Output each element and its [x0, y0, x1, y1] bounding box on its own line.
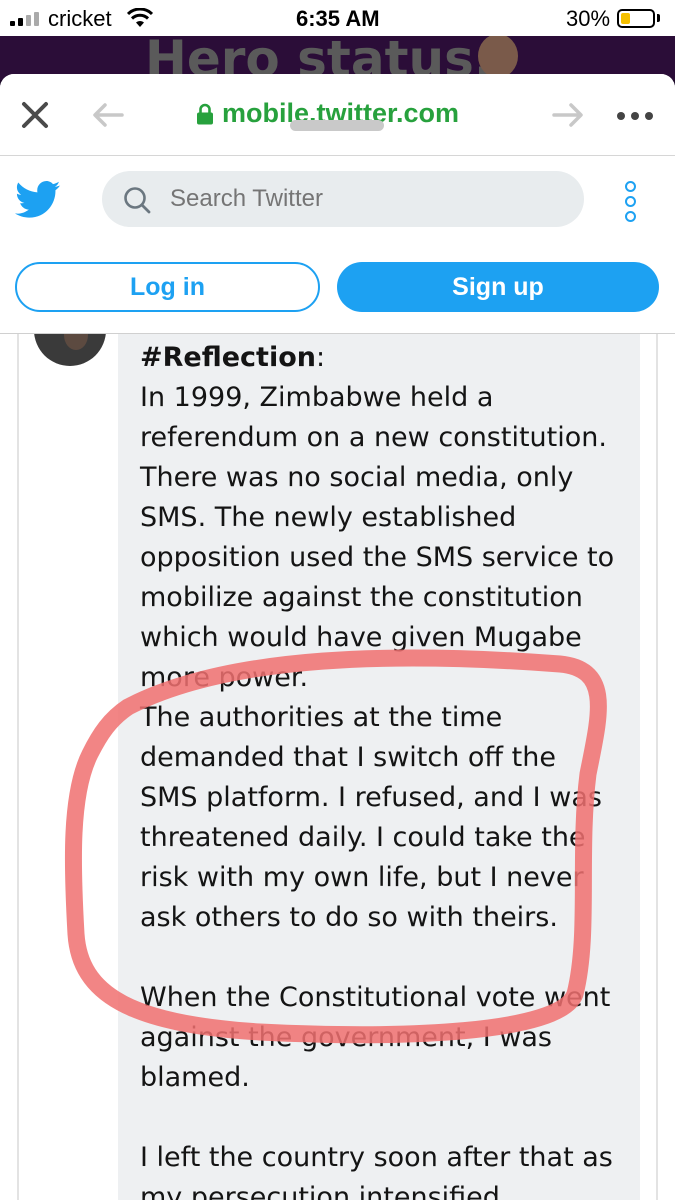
battery-level-fill	[621, 13, 630, 24]
tweet-line: SMS. The newly established	[140, 502, 517, 533]
tweet-line: which would have given Mugabe	[140, 622, 582, 653]
more-icon[interactable]	[617, 112, 653, 120]
search-input[interactable]	[170, 171, 570, 227]
tweet-line: When the Constitutional vote went	[140, 982, 611, 1013]
tweet-line: There was no social media, only	[140, 462, 574, 493]
close-icon[interactable]	[20, 100, 50, 130]
tweet-line: mobilize against the constitution	[140, 582, 583, 613]
hashtag-suffix: :	[316, 342, 326, 373]
tweet-line: my persecution intensified.	[140, 1182, 509, 1200]
lock-icon	[197, 103, 213, 124]
search-box[interactable]	[102, 171, 584, 227]
signal-strength-icon	[10, 10, 39, 26]
back-arrow-icon[interactable]	[92, 102, 124, 128]
tweet-line: referendum on a new constitution.	[140, 422, 607, 453]
page-content: #Reflection: In 1999, Zimbabwe held a re…	[0, 334, 675, 1200]
content-border-left	[17, 334, 19, 1200]
twitter-header: Log in Sign up	[0, 156, 675, 334]
avatar[interactable]	[34, 334, 106, 366]
tweet-line: I left the country soon after that as	[140, 1142, 613, 1173]
twitter-bird-icon[interactable]	[15, 180, 61, 220]
login-button[interactable]: Log in	[15, 262, 320, 312]
battery-nub	[657, 14, 660, 22]
tweet-line: risk with my own life, but I never	[140, 862, 584, 893]
battery-icon	[617, 9, 655, 28]
clock: 6:35 AM	[296, 6, 380, 31]
tweet-text: #Reflection: In 1999, Zimbabwe held a re…	[140, 338, 640, 1200]
browser-sheet: mobile.twitter.com Log in Sign up	[0, 74, 675, 1200]
tweet-line: threatened daily. I could take the	[140, 822, 586, 853]
status-bar: cricket 6:35 AM 30%	[0, 0, 675, 36]
battery-percent: 30%	[566, 6, 611, 31]
tweet-line-blank	[140, 938, 640, 978]
signup-button[interactable]: Sign up	[337, 262, 659, 312]
search-icon	[124, 187, 151, 214]
browser-toolbar: mobile.twitter.com	[0, 74, 675, 156]
tweet-line-blank	[140, 1098, 640, 1138]
tweet-image: #Reflection: In 1999, Zimbabwe held a re…	[118, 334, 640, 1200]
kebab-menu-icon[interactable]	[625, 181, 636, 222]
tweet-line: demanded that I switch off the	[140, 742, 556, 773]
tweet-line: more power.	[140, 662, 309, 693]
tweet-line: SMS platform. I refused, and I was	[140, 782, 602, 813]
tweet-line: ask others to do so with theirs.	[140, 902, 558, 933]
tweet-line: against the government, I was	[140, 1022, 552, 1053]
tweet-line: opposition used the SMS service to	[140, 542, 615, 573]
tweet-line: blamed.	[140, 1062, 250, 1093]
content-border-right	[656, 334, 658, 1200]
carrier-name: cricket	[48, 6, 112, 31]
forward-arrow-icon[interactable]	[552, 102, 584, 128]
wifi-icon	[127, 8, 153, 27]
hashtag: #Reflection	[140, 342, 316, 373]
tweet-line: #Reflection:	[140, 338, 640, 378]
emoji-icon	[478, 36, 518, 78]
tweet-line: In 1999, Zimbabwe held a	[140, 382, 494, 413]
sheet-grabber[interactable]	[290, 120, 384, 131]
tweet-line: The authorities at the time	[140, 702, 503, 733]
